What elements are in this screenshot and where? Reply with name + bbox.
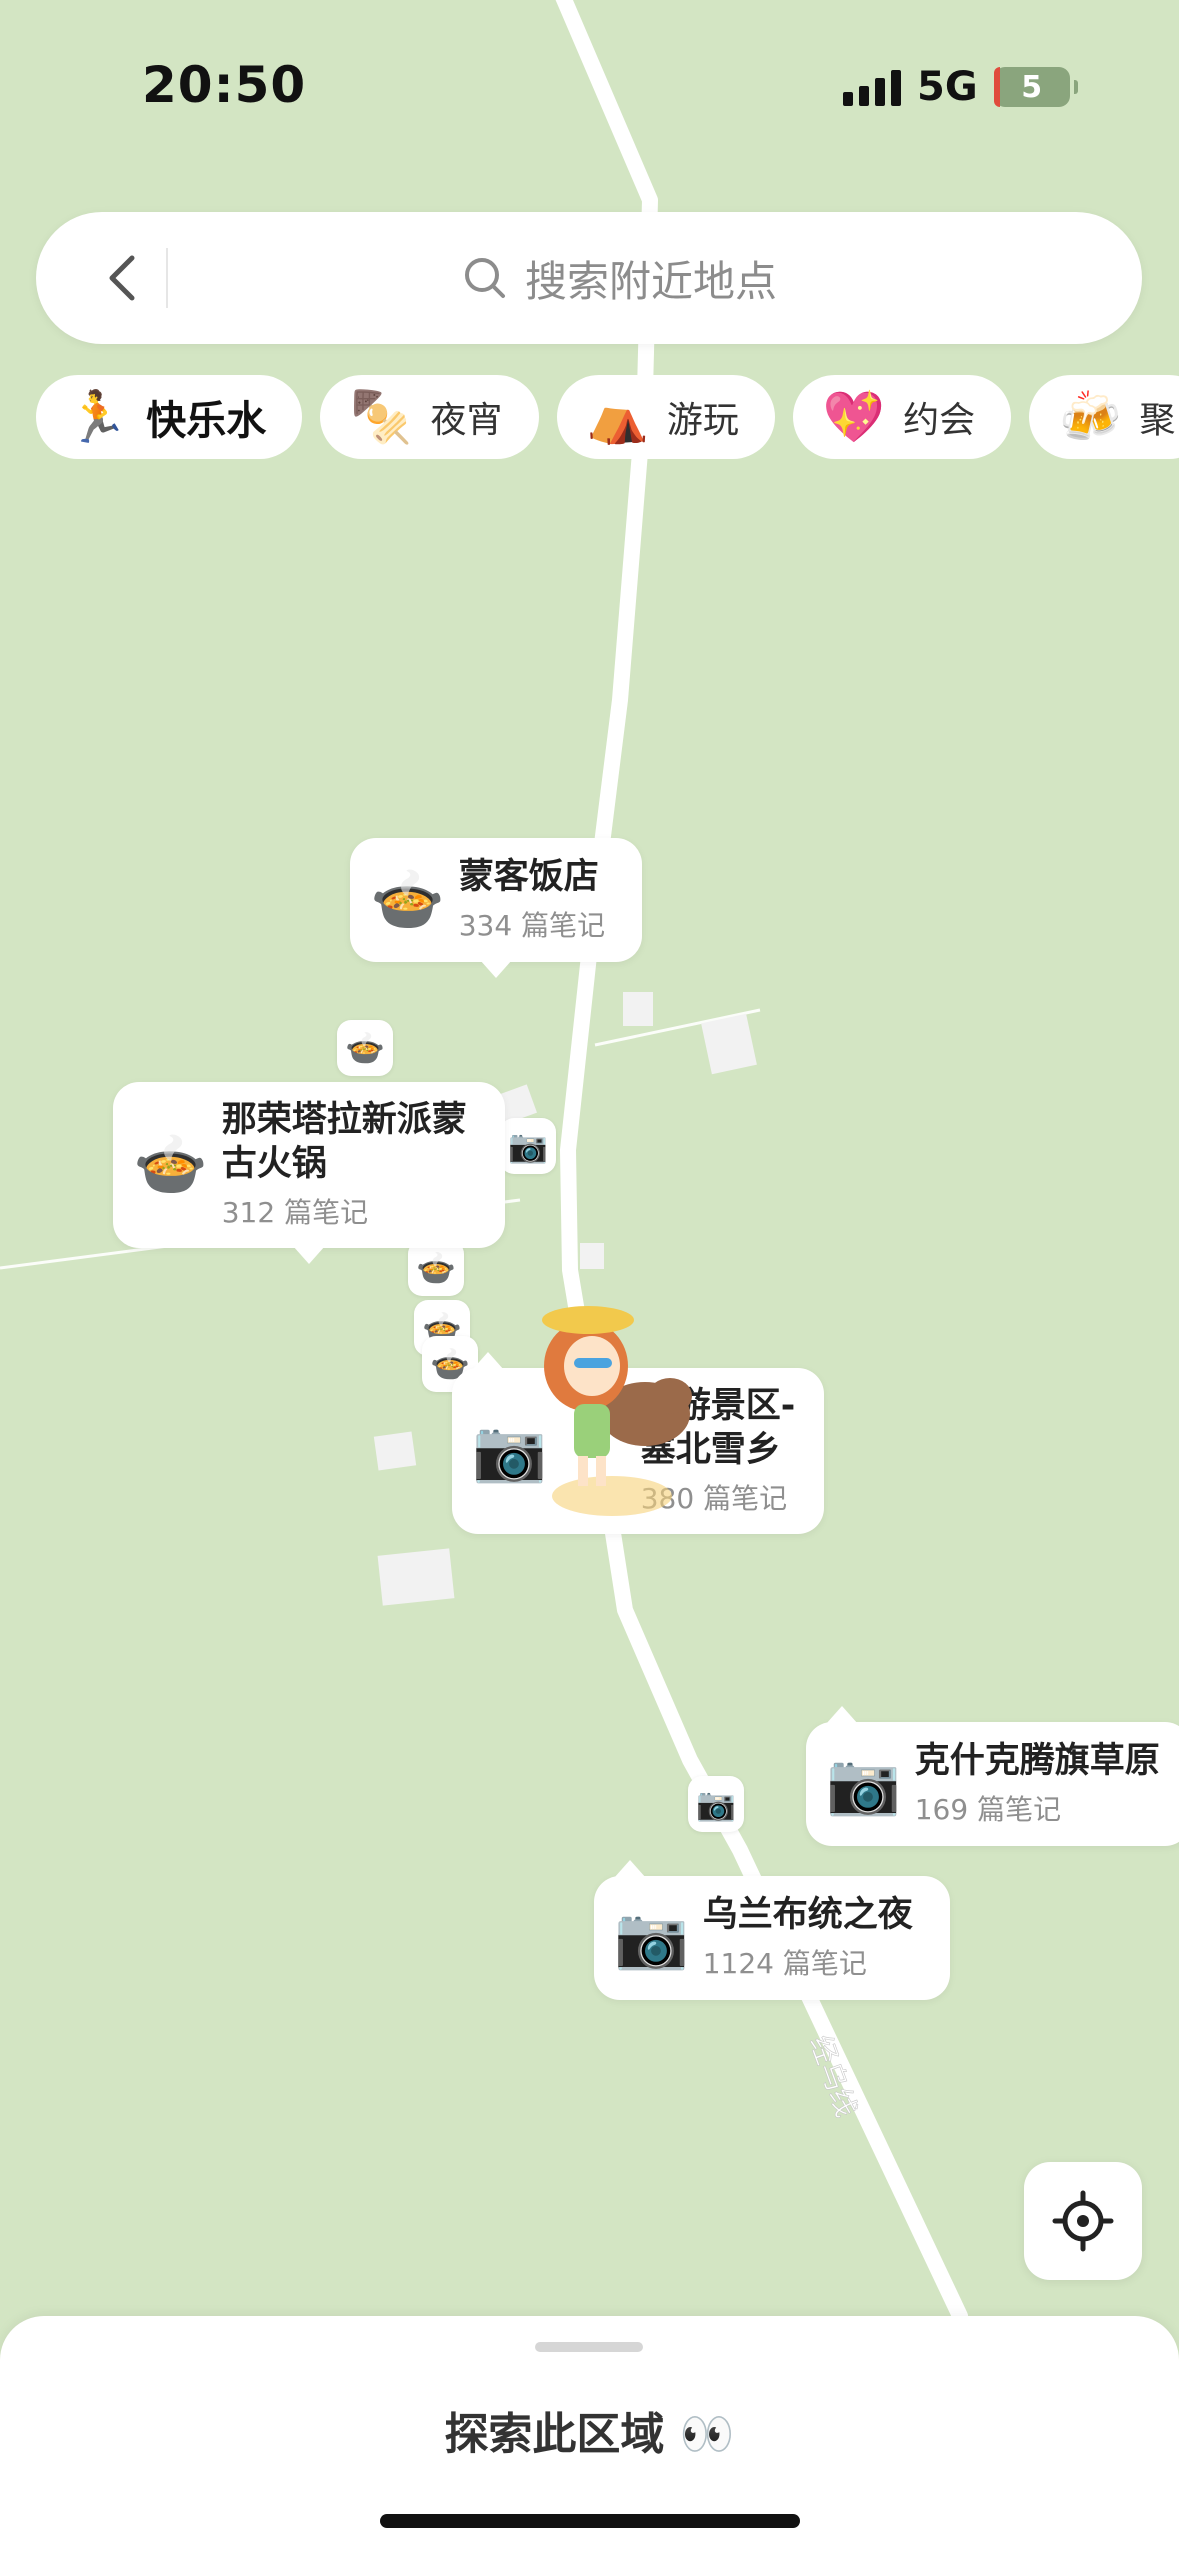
pin-name: 那荣塔拉新派蒙古火锅 <box>221 1100 467 1184</box>
battery-icon: 5 <box>993 67 1078 107</box>
locate-me-button[interactable] <box>1024 2162 1142 2280</box>
chip-late-night-snack[interactable]: 🍢 夜宵 <box>320 375 539 459</box>
category-chips: 🏃 快乐水 🍢 夜宵 ⛺ 游玩 💖 约会 🍻 聚 <box>36 375 1179 459</box>
chip-label: 快乐水 <box>146 398 267 444</box>
bottom-sheet[interactable]: 探索此区域 👀 <box>0 2316 1179 2556</box>
map-marker-camera[interactable]: 📷 <box>500 1118 556 1174</box>
battery-level: 5 <box>1021 69 1043 105</box>
chip-label: 游玩 <box>666 400 739 441</box>
chip-play[interactable]: ⛺ 游玩 <box>556 375 775 459</box>
pin-name: 克什克腾旗草原 <box>914 1741 1160 1782</box>
sheet-drag-handle[interactable] <box>535 2342 643 2352</box>
tent-icon: ⛺ <box>586 388 649 446</box>
map-pin-keshiketeng-grassland[interactable]: 📷 克什克腾旗草原 169 篇笔记 <box>806 1706 1179 1846</box>
user-avatar-character[interactable] <box>530 1296 710 1526</box>
map-marker-food[interactable]: 🍲 <box>337 1020 393 1076</box>
map-pin-mengke-hotel[interactable]: 🍲 蒙客饭店 334 篇笔记 <box>350 838 642 978</box>
pin-note-count: 334 篇笔记 <box>458 908 606 942</box>
skewer-icon: 🍢 <box>350 388 413 446</box>
search-placeholder: 搜索附近地点 <box>524 256 777 306</box>
map-pin-narong-hotpot[interactable]: 🍲 那荣塔拉新派蒙古火锅 312 篇笔记 <box>113 1082 505 1264</box>
search-icon <box>464 258 505 298</box>
pin-note-count: 312 篇笔记 <box>221 1195 369 1229</box>
chip-label: 聚 <box>1139 400 1176 441</box>
camera-icon: 📷 <box>826 1749 901 1819</box>
map-marker-food[interactable]: 🍲 <box>408 1240 464 1296</box>
camera-icon: 📷 <box>614 1903 689 1973</box>
hotpot-icon: 🍲 <box>133 1130 208 1200</box>
chip-happy-water[interactable]: 🏃 快乐水 <box>36 375 303 459</box>
crosshair-icon <box>1052 2190 1114 2252</box>
pin-note-count: 1124 篇笔记 <box>702 1946 867 1980</box>
search-bar[interactable]: 搜索附近地点 <box>36 212 1142 344</box>
chip-label: 夜宵 <box>430 400 503 441</box>
home-indicator[interactable] <box>380 2514 800 2528</box>
status-indicators: 5G 5 <box>843 60 1078 114</box>
explore-area-button[interactable]: 探索此区域 👀 <box>0 2398 1179 2462</box>
chip-label: 约会 <box>903 400 976 441</box>
heart-icon: 💖 <box>822 388 886 446</box>
running-man-icon: 🏃 <box>66 388 129 446</box>
status-time: 20:50 <box>142 56 307 114</box>
map-pin-wulanbutong-night[interactable]: 📷 乌兰布统之夜 1124 篇笔记 <box>594 1860 950 2000</box>
search-input[interactable]: 搜索附近地点 <box>36 212 1142 344</box>
pin-name: 蒙客饭店 <box>458 857 599 898</box>
food-bowl-icon: 🍲 <box>370 865 445 935</box>
map-marker-camera[interactable]: 📷 <box>688 1776 744 1832</box>
signal-icon <box>843 68 901 106</box>
pin-note-count: 169 篇笔记 <box>914 1792 1062 1826</box>
chip-gathering[interactable]: 🍻 聚 <box>1029 375 1179 459</box>
beer-icon: 🍻 <box>1059 388 1122 446</box>
pin-name: 乌兰布统之夜 <box>702 1895 913 1936</box>
chip-date[interactable]: 💖 约会 <box>792 375 1012 459</box>
network-label: 5G <box>917 64 978 110</box>
